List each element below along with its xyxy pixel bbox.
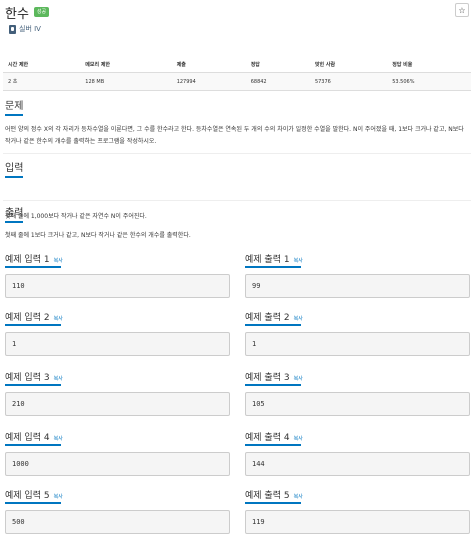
example-output-label: 예제 출력 1	[245, 255, 290, 265]
column-header-submissions: 제출	[171, 57, 246, 73]
example-output-heading-underline	[245, 444, 301, 446]
input-heading-underline	[5, 176, 23, 178]
copy-link[interactable]: 복사	[294, 375, 303, 382]
example-input-box-5[interactable]: 500	[5, 510, 230, 534]
example-output-heading-5: 예제 출력 5 복사	[245, 488, 303, 501]
time-limit-cell: 2 초	[3, 72, 81, 91]
solved-users-cell: 57376	[309, 72, 388, 91]
column-header-accept-ratio: 정답 비율	[387, 57, 471, 73]
example-output-box-4[interactable]: 144	[245, 452, 470, 476]
example-input-heading-2: 예제 입력 2 복사	[5, 310, 63, 323]
example-output-box-1[interactable]: 99	[245, 274, 470, 298]
column-header-time-limit: 시간 제한	[3, 57, 81, 73]
section-divider	[3, 200, 471, 201]
input-heading: 입력	[5, 163, 24, 174]
favorite-button[interactable]: ☆	[455, 3, 469, 17]
column-header-memory-limit: 메모리 제한	[80, 57, 172, 73]
problem-header: 한수 성공	[5, 3, 50, 22]
copy-link[interactable]: 복사	[54, 435, 63, 442]
example-input-heading-underline	[5, 324, 61, 326]
page-title: 한수	[5, 6, 29, 22]
example-input-label: 예제 입력 5	[5, 491, 50, 501]
example-output-heading-2: 예제 출력 2 복사	[245, 310, 303, 323]
output-heading: 출력	[5, 208, 24, 219]
example-output-heading-3: 예제 출력 3 복사	[245, 370, 303, 383]
section-divider	[3, 153, 471, 154]
table-row: 2 초 128 MB 127994 68842 57376 53.506%	[3, 72, 471, 91]
example-output-heading-underline	[245, 384, 301, 386]
accept-ratio-cell: 53.506%	[387, 72, 471, 91]
example-output-label: 예제 출력 3	[245, 373, 290, 383]
problem-description: 어떤 양의 정수 X의 각 자리가 등차수열을 이룬다면, 그 수를 한수라고 …	[5, 126, 464, 145]
example-input-heading-5: 예제 입력 5 복사	[5, 488, 63, 501]
example-input-box-3[interactable]: 210	[5, 392, 230, 416]
example-input-box-1[interactable]: 110	[5, 274, 230, 298]
copy-link[interactable]: 복사	[54, 493, 63, 500]
example-output-heading-underline	[245, 502, 301, 504]
example-input-box-2[interactable]: 1	[5, 332, 230, 356]
submissions-cell: 127994	[171, 72, 246, 91]
copy-link[interactable]: 복사	[294, 315, 303, 322]
example-input-label: 예제 입력 1	[5, 255, 50, 265]
example-input-label: 예제 입력 4	[5, 433, 50, 443]
example-output-heading-4: 예제 출력 4 복사	[245, 430, 303, 443]
problem-heading-underline	[5, 114, 23, 116]
example-output-heading-underline	[245, 266, 301, 268]
copy-link[interactable]: 복사	[54, 375, 63, 382]
example-output-label: 예제 출력 4	[245, 433, 290, 443]
star-icon: ☆	[458, 5, 466, 15]
example-input-heading-underline	[5, 266, 61, 268]
example-output-label: 예제 출력 2	[245, 313, 290, 323]
example-input-heading-3: 예제 입력 3 복사	[5, 370, 63, 383]
output-heading-underline	[5, 221, 23, 223]
example-input-heading-4: 예제 입력 4 복사	[5, 430, 63, 443]
column-header-solved-users: 맞힌 사람	[309, 57, 388, 73]
output-description: 첫째 줄에 1보다 크거나 같고, N보다 작거나 같은 한수의 개수를 출력한…	[5, 232, 191, 239]
example-input-label: 예제 입력 3	[5, 373, 50, 383]
status-badge: 성공	[33, 7, 50, 17]
tier-label[interactable]: 실버 IV	[19, 24, 41, 34]
column-header-accepted: 정답	[245, 57, 310, 73]
example-output-heading-1: 예제 출력 1 복사	[245, 252, 303, 265]
copy-link[interactable]: 복사	[294, 493, 303, 500]
example-input-label: 예제 입력 2	[5, 313, 50, 323]
copy-link[interactable]: 복사	[54, 257, 63, 264]
example-output-label: 예제 출력 5	[245, 491, 290, 501]
example-input-heading-1: 예제 입력 1 복사	[5, 252, 63, 265]
input-description: 첫째 줄에 1,000보다 작거나 같은 자연수 N이 주어진다.	[5, 213, 147, 220]
problem-info-table: 시간 제한 메모리 제한 제출 정답 맞힌 사람 정답 비율 2 초 128 M…	[3, 57, 471, 91]
copy-link[interactable]: 복사	[54, 315, 63, 322]
accepted-cell: 68842	[245, 72, 310, 91]
memory-limit-cell: 128 MB	[80, 72, 172, 91]
silver-tier-icon	[9, 24, 16, 34]
example-output-box-3[interactable]: 105	[245, 392, 470, 416]
tier-row: 실버 IV	[9, 24, 41, 34]
example-output-box-2[interactable]: 1	[245, 332, 470, 356]
example-input-heading-underline	[5, 502, 61, 504]
copy-link[interactable]: 복사	[294, 435, 303, 442]
example-input-heading-underline	[5, 384, 61, 386]
copy-link[interactable]: 복사	[294, 257, 303, 264]
example-input-heading-underline	[5, 444, 61, 446]
problem-heading: 문제	[5, 101, 24, 112]
example-output-heading-underline	[245, 324, 301, 326]
example-input-box-4[interactable]: 1000	[5, 452, 230, 476]
table-header-row: 시간 제한 메모리 제한 제출 정답 맞힌 사람 정답 비율	[3, 57, 471, 73]
example-output-box-5[interactable]: 119	[245, 510, 470, 534]
